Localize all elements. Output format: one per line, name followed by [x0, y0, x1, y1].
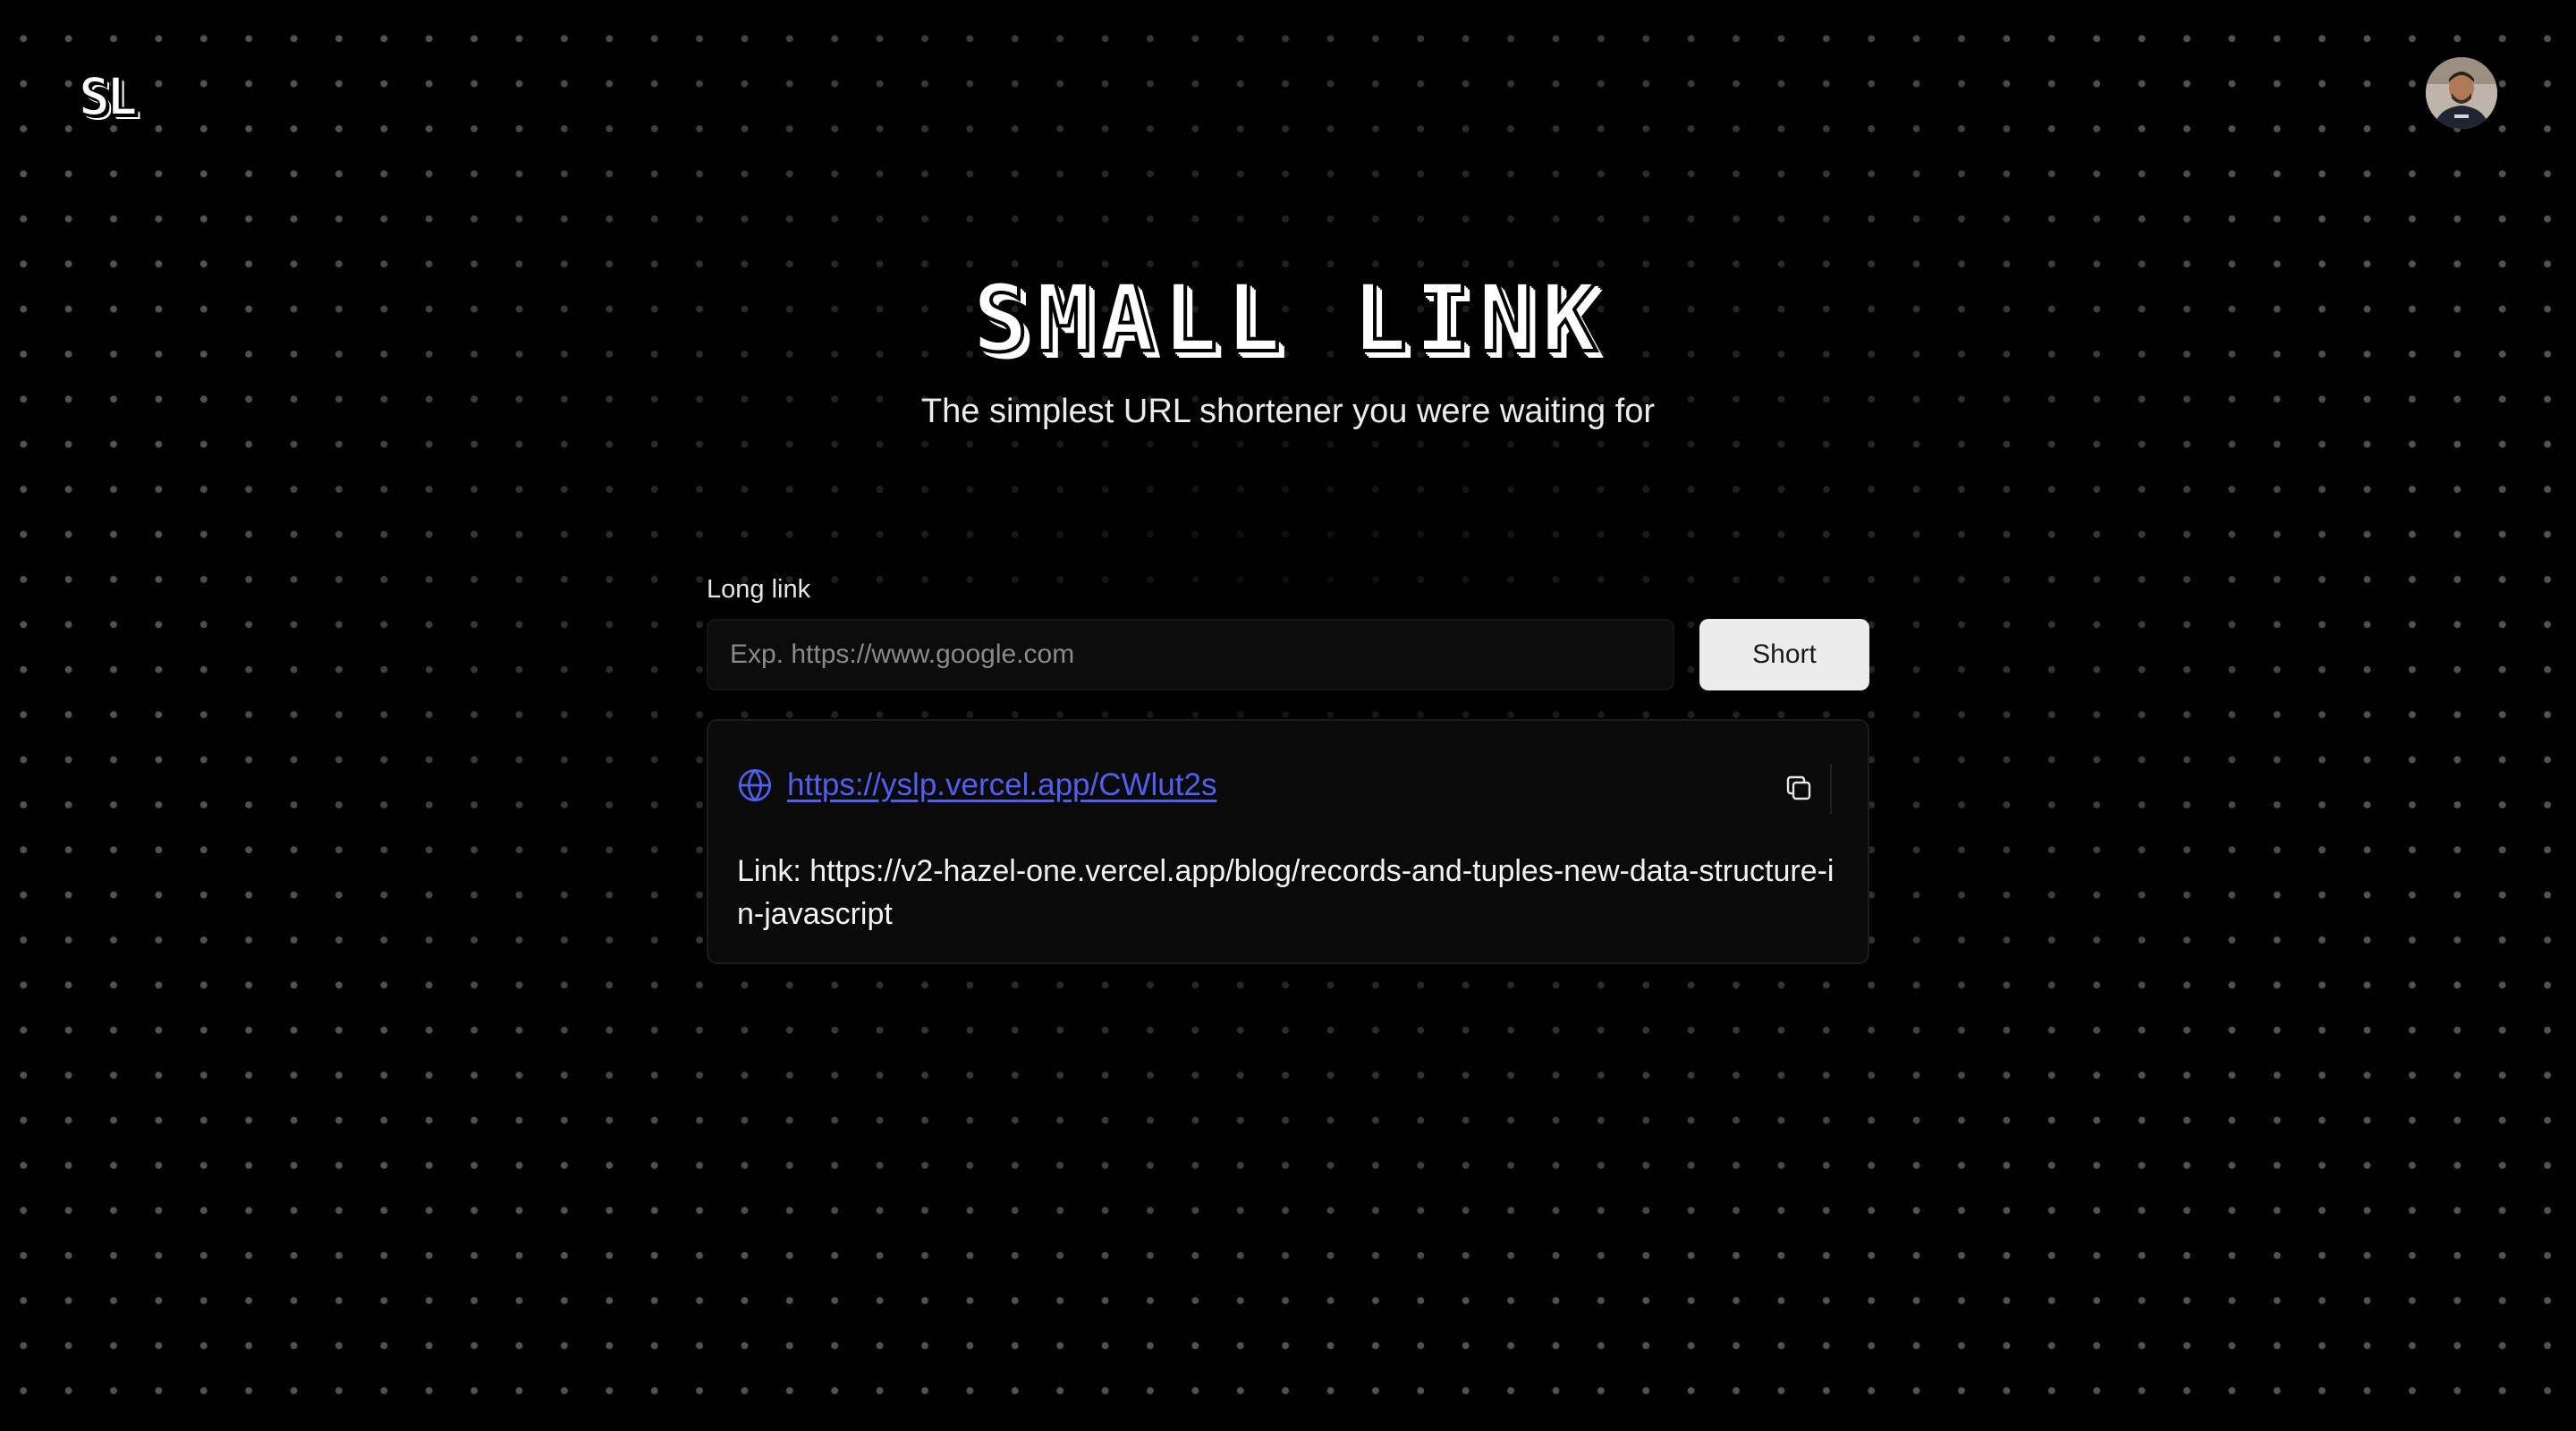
- page-title: SMALL LINK: [970, 263, 1605, 374]
- short-link[interactable]: https://yslp.vercel.app/CWlut2s: [787, 764, 1216, 807]
- long-link-label: Long link: [707, 575, 811, 604]
- logo[interactable]: SL: [78, 66, 165, 127]
- globe-icon: [737, 767, 773, 803]
- long-link-input[interactable]: [707, 619, 1674, 690]
- avatar-image: [2426, 57, 2497, 129]
- page-subtitle: The simplest URL shortener you were wait…: [920, 393, 1656, 430]
- original-link-text: Link: https://v2-hazel-one.vercel.app/bl…: [737, 854, 1835, 931]
- avatar[interactable]: [2426, 57, 2497, 129]
- copy-button[interactable]: [1767, 764, 1832, 814]
- logo-text: SL: [78, 66, 139, 127]
- result-card: https://yslp.vercel.app/CWlut2s Link: ht…: [707, 719, 1869, 964]
- copy-icon: [1783, 775, 1815, 807]
- short-button[interactable]: Short: [1699, 619, 1869, 690]
- background-vignette: [0, 0, 2576, 1431]
